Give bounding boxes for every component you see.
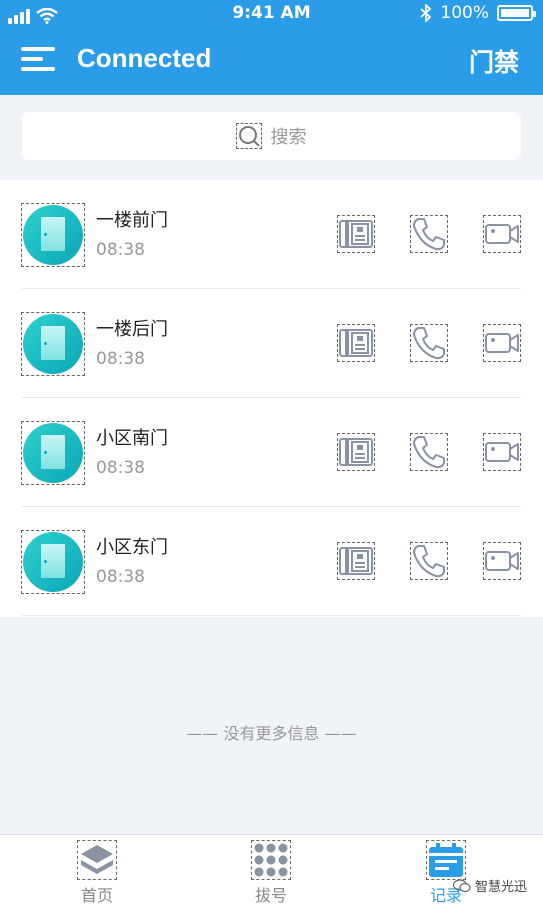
battery-percent: 100% [440, 3, 489, 23]
battery-icon [497, 5, 536, 21]
list-item[interactable]: 一楼后门 08:38 [0, 289, 543, 398]
phone-icon[interactable] [410, 433, 448, 471]
list-item[interactable]: 小区南门 08:38 [0, 398, 543, 507]
row-divider [22, 615, 521, 616]
watermark: 智慧光迅 [452, 876, 527, 895]
door-icon [21, 421, 85, 485]
phone-icon[interactable] [410, 542, 448, 580]
door-time: 08:38 [96, 349, 145, 369]
status-bar: 9:41 AM 100% [0, 0, 543, 27]
tab-dial[interactable]: 拔号 [241, 840, 301, 906]
watermark-text: 智慧光迅 [474, 880, 527, 895]
list-item[interactable]: 小区东门 08:38 [0, 507, 543, 616]
tab-records[interactable]: 记录 [416, 840, 476, 906]
video-call-icon[interactable] [483, 542, 521, 580]
header-right-button[interactable]: 门禁 [469, 43, 519, 79]
wechat-icon [452, 878, 471, 892]
phone-icon[interactable] [410, 215, 448, 253]
tab-label: 拔号 [254, 886, 287, 905]
bluetooth-icon [420, 4, 432, 22]
door-name: 一楼后门 [96, 319, 168, 340]
door-time: 08:38 [96, 567, 145, 587]
door-time: 08:38 [96, 458, 145, 478]
list-item[interactable]: 一楼前门 08:38 [0, 180, 543, 289]
dialpad-icon [251, 840, 291, 880]
calendar-icon [426, 840, 466, 880]
intercom-icon[interactable] [337, 215, 375, 253]
top-bar: 9:41 AM 100% Connected 门禁 [0, 0, 543, 95]
status-right: 100% [420, 3, 536, 23]
door-icon [21, 312, 85, 376]
video-call-icon[interactable] [483, 433, 521, 471]
layers-icon [77, 840, 117, 880]
video-call-icon[interactable] [483, 324, 521, 362]
door-name: 小区南门 [96, 428, 168, 449]
intercom-icon[interactable] [337, 542, 375, 580]
search-input[interactable]: 搜索 [22, 112, 521, 160]
video-call-icon[interactable] [483, 215, 521, 253]
search-icon [235, 123, 262, 149]
door-time: 08:38 [96, 240, 145, 260]
intercom-icon[interactable] [337, 433, 375, 471]
tab-bar: 首页 拔号 记录 [0, 834, 543, 910]
no-more-info: —— 没有更多信息 —— [186, 724, 357, 743]
tab-label: 首页 [80, 886, 113, 905]
intercom-icon[interactable] [337, 324, 375, 362]
app-header: Connected 门禁 [0, 27, 543, 95]
door-icon [21, 203, 85, 267]
door-icon [21, 530, 85, 594]
page-title: Connected [77, 43, 212, 73]
tab-home[interactable]: 首页 [67, 840, 127, 906]
phone-icon[interactable] [410, 324, 448, 362]
search-placeholder: 搜索 [270, 127, 307, 148]
menu-icon[interactable] [21, 47, 55, 73]
door-name: 小区东门 [96, 537, 168, 558]
door-list: 一楼前门 08:38 一楼后门 08:38 小区南门 08:38 小区东门 08… [0, 180, 543, 617]
door-name: 一楼前门 [96, 210, 168, 231]
